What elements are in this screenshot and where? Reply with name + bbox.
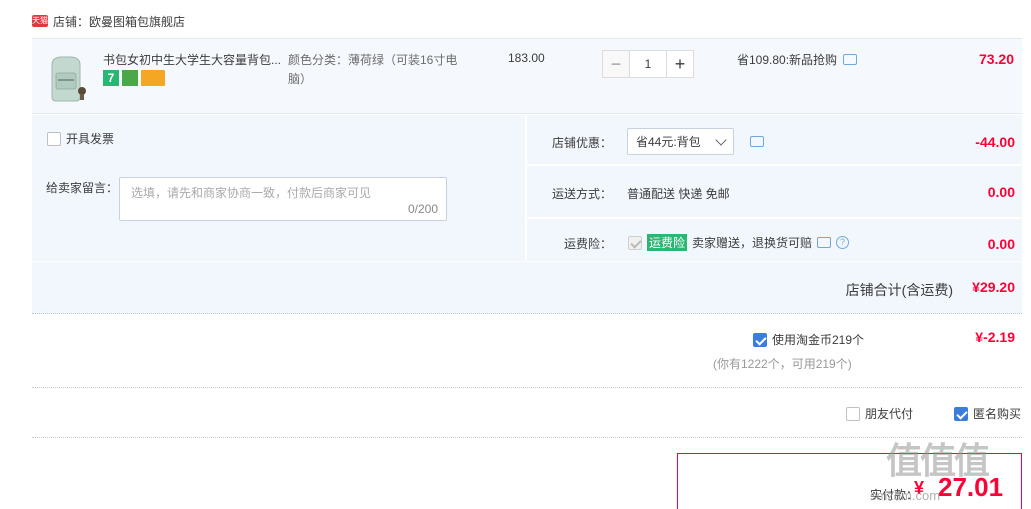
memo-placeholder: 选填，请先和商家协商一致，付款后商家可见 (131, 186, 372, 200)
shop-header: 天猫 店铺：欧曼图箱包旗舰店 (32, 12, 185, 30)
shop-total-value: ¥29.20 (972, 279, 1015, 295)
coin-label: 使用淘金币219个 (772, 333, 865, 347)
row-separator (527, 217, 1022, 219)
friend-pay-checkbox[interactable] (846, 406, 860, 421)
chat-bubble-icon[interactable] (817, 237, 832, 248)
unit-price: 183.00 (508, 51, 545, 65)
quantity-stepper: − 1 + (602, 50, 694, 78)
shipping-method: 普通配送 快递 免邮 (627, 187, 730, 201)
shop-name-link[interactable]: 店铺：欧曼图箱包旗舰店 (53, 13, 185, 30)
shipping-label: 运送方式： (552, 187, 613, 201)
service-badges: 7 (103, 70, 165, 86)
help-question-icon[interactable]: ? (836, 236, 850, 249)
shop-total-label: 店铺合计(含运费) (845, 282, 953, 298)
friend-pay-option[interactable]: 朋友代付 (846, 405, 913, 422)
guarantee-shield-icon[interactable] (122, 70, 138, 86)
insurance-tag: 运费险 (647, 234, 688, 251)
qty-decrease-button[interactable]: − (602, 50, 630, 78)
shop-discount-selected: 省44元:背包 (636, 135, 701, 149)
seller-memo-textarea[interactable]: 选填，请先和商家协商一致，付款后商家可见 0/200 (119, 177, 447, 221)
coin-note: (你有1222个，可用219个) (713, 357, 852, 371)
order-options-panel: 开具发票 给卖家留言： 选填，请先和商家协商一致，付款后商家可见 0/200 店… (32, 115, 1022, 261)
watermark-url: smzdm.com (870, 488, 941, 503)
shop-discount-select[interactable]: 省44元:背包 (627, 128, 734, 155)
qty-input[interactable]: 1 (630, 50, 666, 78)
coin-value: ¥-2.19 (975, 329, 1015, 345)
insurance-label: 运费险： (564, 237, 613, 251)
sku-info: 颜色分类：薄荷绿（可装16寸电脑） (288, 53, 458, 86)
invoice-option[interactable]: 开具发票 (47, 130, 114, 147)
shop-total-row: 店铺合计(含运费) ¥29.20 (32, 262, 1022, 314)
invoice-checkbox[interactable] (47, 131, 61, 146)
anonymous-checkbox[interactable] (954, 406, 968, 421)
invoice-label: 开具发票 (66, 132, 115, 146)
tmall-icon: 天猫 (32, 15, 48, 27)
item-subtotal: 73.20 (978, 51, 1014, 67)
product-thumbnail[interactable] (40, 51, 92, 103)
memo-label: 给卖家留言： (46, 181, 119, 195)
item-discount: 省109.80:新品抢购 (737, 51, 858, 68)
product-title-link[interactable]: 书包女初中生大学生大容量背包... (103, 51, 283, 68)
friend-pay-label: 朋友代付 (865, 407, 914, 421)
memo-char-count: 0/200 (407, 202, 438, 216)
anonymous-option[interactable]: 匿名购买 (954, 405, 1021, 422)
chevron-down-icon (715, 134, 727, 146)
shop-discount-value: -44.00 (975, 134, 1015, 150)
seven-day-return-icon[interactable]: 7 (103, 70, 119, 86)
chat-bubble-icon[interactable] (750, 136, 764, 147)
panel-divider (525, 115, 527, 261)
anonymous-label: 匿名购买 (973, 407, 1022, 421)
insurance-value: 0.00 (987, 236, 1015, 252)
row-separator (527, 164, 1022, 166)
insurance-option: 运费险 卖家赠送，退换货可赔 ? (628, 234, 850, 251)
section-divider (32, 387, 1022, 388)
chat-bubble-icon[interactable] (843, 54, 858, 65)
qty-increase-button[interactable]: + (666, 50, 694, 78)
insurance-checkbox (628, 235, 642, 250)
shop-discount-label: 店铺优惠： (552, 136, 613, 150)
coin-option[interactable]: 使用淘金币219个 (753, 331, 864, 348)
item-discount-label: 省109.80:新品抢购 (737, 53, 838, 67)
coin-checkbox[interactable] (753, 332, 767, 347)
insurance-text: 卖家赠送，退换货可赔 (692, 236, 813, 250)
section-divider (32, 437, 1022, 438)
credit-card-icon[interactable] (141, 70, 165, 86)
shipping-value: 0.00 (987, 184, 1015, 200)
cart-item-row: 书包女初中生大学生大容量背包... 7 颜色分类：薄荷绿（可装16寸电脑） 18… (32, 38, 1022, 114)
watermark-logo: 值值值 (886, 440, 990, 481)
